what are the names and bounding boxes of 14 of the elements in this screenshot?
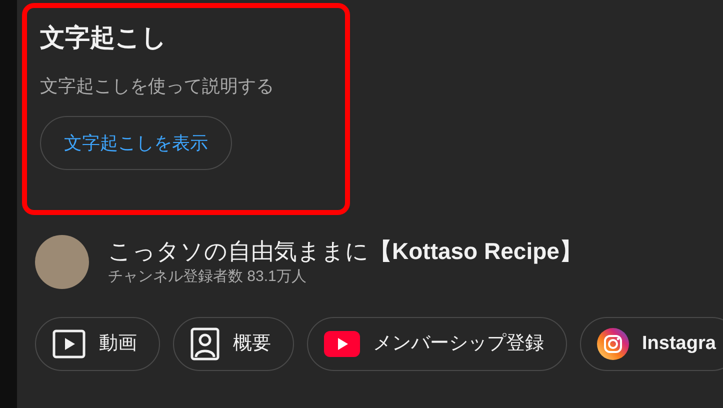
- camera-icon: [597, 328, 629, 360]
- play-icon: [324, 331, 360, 357]
- channel-link[interactable]: メンバーシップ登録: [307, 317, 567, 371]
- channel-name[interactable]: こっタソの自由気ままに【Kottaso Recipe】: [108, 236, 582, 266]
- channel-link[interactable]: 概要: [173, 317, 294, 371]
- avatar[interactable]: [35, 235, 89, 289]
- subscriber-count: チャンネル登録者数 83.1万人: [108, 267, 308, 287]
- show-transcript-button[interactable]: 文字起こしを表示: [40, 116, 232, 170]
- person-icon: [190, 327, 220, 361]
- section-title: 文字起こし: [40, 23, 167, 54]
- channel-link[interactable]: Instagra: [580, 317, 723, 371]
- play-icon: [52, 327, 86, 361]
- channel-link[interactable]: 動画: [35, 317, 160, 371]
- section-description: 文字起こしを使って説明する: [40, 75, 274, 98]
